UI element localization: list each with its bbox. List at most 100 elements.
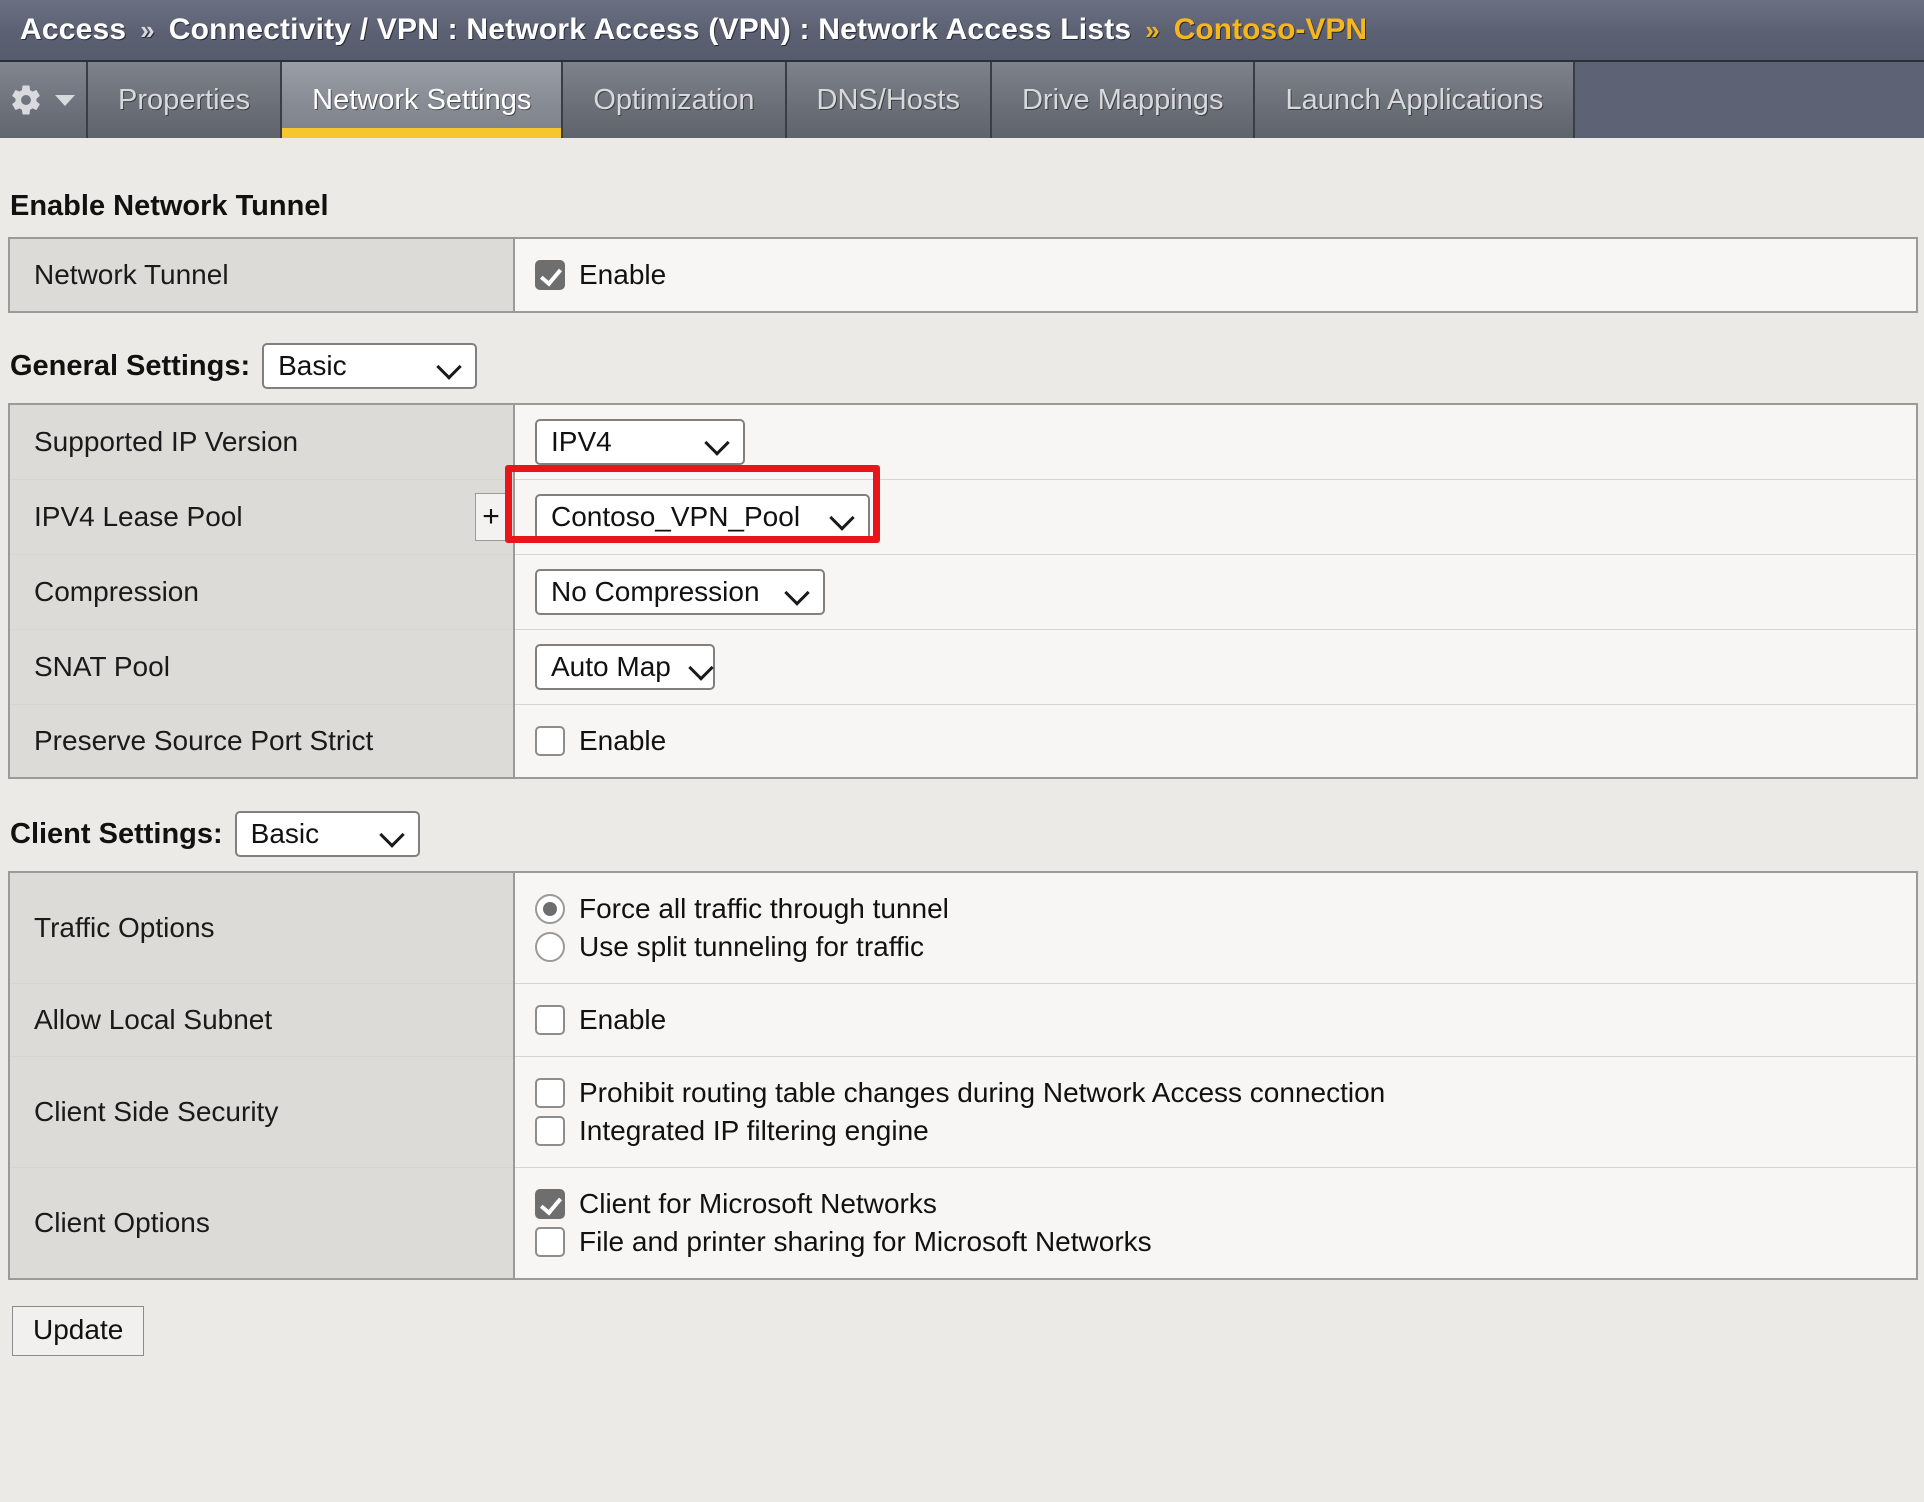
checkbox-icon[interactable] <box>535 260 565 290</box>
traffic-option-split-tunneling[interactable]: Use split tunneling for traffic <box>535 931 1916 963</box>
settings-menu-button[interactable] <box>0 62 88 138</box>
general-settings-header: General Settings: Basic <box>10 343 1924 389</box>
checkbox-icon[interactable] <box>535 1078 565 1108</box>
tab-label: DNS/Hosts <box>816 83 960 116</box>
radio-icon[interactable] <box>535 894 565 924</box>
allow-local-subnet-label: Allow Local Subnet <box>9 983 515 1057</box>
preserve-source-port-strict-option[interactable]: Enable <box>535 725 1916 757</box>
traffic-options-value: Force all traffic through tunnel Use spl… <box>514 872 1917 984</box>
chevron-down-icon <box>437 358 463 374</box>
integrated-ip-filtering-option[interactable]: Integrated IP filtering engine <box>535 1115 1916 1147</box>
client-side-security-label: Client Side Security <box>9 1056 515 1168</box>
ipv4-lease-pool-selected: Contoso_VPN_Pool <box>551 501 801 532</box>
checkbox-icon[interactable] <box>535 1189 565 1219</box>
file-printer-sharing-option[interactable]: File and printer sharing for Microsoft N… <box>535 1226 1916 1258</box>
chevron-down-icon <box>380 826 406 842</box>
client-for-microsoft-networks-option[interactable]: Client for Microsoft Networks <box>535 1188 1916 1220</box>
tab-network-settings[interactable]: Network Settings <box>282 62 564 138</box>
tab-label: Launch Applications <box>1285 83 1544 116</box>
tab-drive-mappings[interactable]: Drive Mappings <box>991 62 1256 138</box>
snat-pool-select[interactable]: Auto Map <box>535 644 715 690</box>
table-row: Client Options Client for Microsoft Netw… <box>9 1167 1917 1279</box>
allow-local-subnet-option[interactable]: Enable <box>535 1004 1916 1036</box>
checkbox-label: Enable <box>579 725 667 756</box>
breadcrumb-root[interactable]: Access <box>20 13 126 47</box>
prohibit-routing-changes-option[interactable]: Prohibit routing table changes during Ne… <box>535 1077 1916 1109</box>
ipv4-lease-pool-value: Contoso_VPN_Pool <box>514 479 1917 555</box>
tab-bar: Properties Network Settings Optimization… <box>0 62 1924 138</box>
chevron-down-icon <box>830 509 856 525</box>
supported-ip-version-label: Supported IP Version <box>9 404 515 480</box>
compression-value: No Compression <box>514 554 1917 630</box>
preserve-source-port-strict-value: Enable <box>514 704 1917 778</box>
client-side-security-value: Prohibit routing table changes during Ne… <box>514 1056 1917 1168</box>
tab-optimization[interactable]: Optimization <box>563 62 787 138</box>
chevron-down-icon <box>53 92 77 108</box>
table-row: SNAT Pool Auto Map <box>9 629 1917 705</box>
breadcrumb-separator-1: » <box>140 14 155 45</box>
table-row: Compression No Compression <box>9 554 1917 630</box>
preserve-source-port-strict-label: Preserve Source Port Strict <box>9 704 515 778</box>
network-tunnel-enable-option[interactable]: Enable <box>535 259 1916 291</box>
general-settings-mode-select[interactable]: Basic <box>262 343 478 389</box>
checkbox-label: Enable <box>579 259 667 290</box>
add-lease-pool-button[interactable]: + <box>475 493 507 541</box>
tab-label: Properties <box>118 83 251 116</box>
table-row: Preserve Source Port Strict Enable <box>9 704 1917 778</box>
checkbox-icon[interactable] <box>535 726 565 756</box>
snat-pool-selected: Auto Map <box>551 651 671 682</box>
network-tunnel-value: Enable <box>514 238 1917 312</box>
checkbox-icon[interactable] <box>535 1116 565 1146</box>
ipv4-lease-pool-label: IPV4 Lease Pool <box>34 501 243 532</box>
client-options-label: Client Options <box>9 1167 515 1279</box>
client-settings-table: Traffic Options Force all traffic throug… <box>8 871 1918 1280</box>
checkbox-label: Client for Microsoft Networks <box>579 1188 937 1219</box>
supported-ip-version-value: IPV4 <box>514 404 1917 480</box>
supported-ip-version-select[interactable]: IPV4 <box>535 419 745 465</box>
breadcrumb-separator-2: » <box>1145 14 1160 45</box>
radio-label: Use split tunneling for traffic <box>579 931 924 962</box>
compression-selected: No Compression <box>551 576 760 607</box>
tab-label: Network Settings <box>312 83 532 116</box>
tab-dns-hosts[interactable]: DNS/Hosts <box>786 62 992 138</box>
table-row: IPV4 Lease Pool + Contoso_VPN_Pool <box>9 479 1917 555</box>
radio-icon[interactable] <box>535 932 565 962</box>
update-button[interactable]: Update <box>12 1306 145 1356</box>
checkbox-label: Prohibit routing table changes during Ne… <box>579 1077 1386 1108</box>
traffic-option-force-all[interactable]: Force all traffic through tunnel <box>535 893 1916 925</box>
checkbox-label: Integrated IP filtering engine <box>579 1115 929 1146</box>
ipv4-lease-pool-label-cell: IPV4 Lease Pool + <box>9 479 515 555</box>
ipv4-lease-pool-select[interactable]: Contoso_VPN_Pool <box>535 494 870 540</box>
table-row: Network Tunnel Enable <box>9 238 1917 312</box>
tab-properties[interactable]: Properties <box>88 62 283 138</box>
client-settings-mode-value: Basic <box>250 818 320 849</box>
chevron-down-icon <box>689 659 715 675</box>
radio-label: Force all traffic through tunnel <box>579 893 949 924</box>
table-row: Supported IP Version IPV4 <box>9 404 1917 480</box>
compression-select[interactable]: No Compression <box>535 569 825 615</box>
snat-pool-value: Auto Map <box>514 629 1917 705</box>
checkbox-icon[interactable] <box>535 1005 565 1035</box>
traffic-options-label: Traffic Options <box>9 872 515 984</box>
tab-label: Optimization <box>593 83 755 116</box>
general-settings-mode-value: Basic <box>278 350 347 381</box>
table-row: Allow Local Subnet Enable <box>9 983 1917 1057</box>
client-settings-mode-select[interactable]: Basic <box>234 811 420 857</box>
main-content: Enable Network Tunnel Network Tunnel Ena… <box>0 138 1924 1502</box>
tab-launch-applications[interactable]: Launch Applications <box>1255 62 1576 138</box>
chevron-down-icon <box>785 584 811 600</box>
client-options-value: Client for Microsoft Networks File and p… <box>514 1167 1917 1279</box>
general-settings-heading: General Settings: <box>10 349 251 382</box>
checkbox-label: Enable <box>579 1004 667 1035</box>
checkbox-icon[interactable] <box>535 1227 565 1257</box>
enable-network-tunnel-heading: Enable Network Tunnel <box>10 190 329 222</box>
general-settings-table: Supported IP Version IPV4 IPV4 Lease Poo… <box>8 403 1918 779</box>
client-settings-heading: Client Settings: <box>10 817 223 850</box>
breadcrumb-path[interactable]: Connectivity / VPN : Network Access (VPN… <box>169 13 1132 47</box>
supported-ip-version-selected: IPV4 <box>551 426 612 457</box>
table-row: Client Side Security Prohibit routing ta… <box>9 1056 1917 1168</box>
checkbox-label: File and printer sharing for Microsoft N… <box>579 1226 1152 1257</box>
client-settings-header: Client Settings: Basic <box>10 811 1924 857</box>
snat-pool-label: SNAT Pool <box>9 629 515 705</box>
compression-label: Compression <box>9 554 515 630</box>
